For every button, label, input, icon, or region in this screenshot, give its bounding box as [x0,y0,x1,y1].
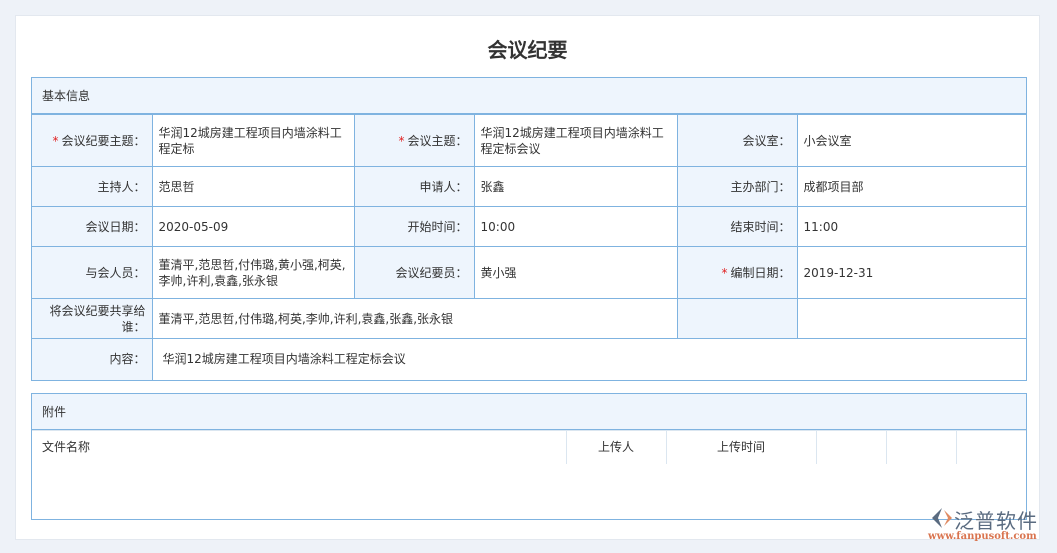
section-header: 附件 [32,394,1026,430]
required-marker: * [398,133,405,148]
column-header-uploader[interactable]: 上传人 [565,430,667,464]
field-label: 开始时间： [353,206,475,247]
label-text: 结束时间： [730,219,791,234]
field-value: 张鑫 [473,166,678,207]
content-value: 华润12城房建工程项目内墙涂料工程定标会议 [151,338,1026,380]
label-text: 主办部门： [730,179,791,194]
field-value: 2019-12-31 [796,246,1026,299]
info-row: 内容： 华润12城房建工程项目内墙涂料工程定标会议 [32,338,1026,380]
section-header: 基本信息 [32,78,1026,114]
info-row: 将会议纪要共享给谁： 董清平,范思哲,付伟璐,柯英,李帅,许利,袁鑫,张鑫,张永… [32,298,1026,339]
field-label: 内容： [32,338,153,380]
field-value: 成都项目部 [796,166,1026,207]
field-label: 会议日期： [32,206,153,247]
info-row: 会议日期： 2020-05-09 开始时间： 10:00 结束时间： 11:00 [32,206,1026,247]
label-text: 会议室： [742,133,791,148]
field-value: 华润12城房建工程项目内墙涂料工程定标会议 [473,114,678,167]
empty-cell [676,298,798,339]
column-header-file-name[interactable]: 文件名称 [32,430,567,464]
attachments-table: 文件名称 上传人 上传时间 [32,430,1026,464]
label-text: 申请人： [419,179,468,194]
field-value: 2020-05-09 [151,206,355,247]
field-value: 华润12城房建工程项目内墙涂料工程定标 [151,114,355,167]
label-text: 与会人员： [85,265,146,280]
field-label: * 会议主题： [353,114,475,167]
field-label: 会议纪要员： [353,246,475,299]
field-value: 11:00 [796,206,1026,247]
info-row: * 会议纪要主题： 华润12城房建工程项目内墙涂料工程定标 * 会议主题： 华润12城房建… [32,114,1026,167]
field-label: 主持人： [32,166,153,207]
basic-info-section: 基本信息 * 会议纪要主题： 华润12城房建工程项目内墙涂料工程定标 * 会议主题： 华润… [31,77,1027,381]
field-value: 范思哲 [151,166,355,207]
label-text: 会议日期： [85,219,146,234]
column-header-upload-time[interactable]: 上传时间 [665,430,817,464]
logo-icon [932,508,952,528]
page-title: 会议纪要 [487,38,568,62]
fanpu-logo: 泛普软件 www.fanpusoft.com [928,505,1053,545]
empty-cell [796,298,1026,339]
info-row: 主持人： 范思哲 申请人： 张鑫 主办部门： 成都项目部 [32,166,1026,207]
label-text: 会议主题： [407,133,468,148]
field-value: 董清平,范思哲,付伟璐,柯英,李帅,许利,袁鑫,张鑫,张永银 [151,298,678,339]
field-label: 申请人： [353,166,475,207]
basic-info-table: * 会议纪要主题： 华润12城房建工程项目内墙涂料工程定标 * 会议主题： 华润12城房建… [32,114,1026,380]
attachments-section: 附件 文件名称 上传人 上传时间 [31,393,1027,520]
field-label: 主办部门： [676,166,798,207]
logo-name: 泛普软件 [954,509,1038,533]
field-label: * 会议纪要主题： [32,114,153,167]
label-text: 主持人： [97,179,146,194]
field-label: 会议室： [676,114,798,167]
label-text: 会议纪要员： [395,265,468,280]
column-header-empty [885,430,957,464]
required-marker: * [52,133,59,148]
field-value: 10:00 [473,206,678,247]
label-text: 会议纪要主题： [61,133,146,148]
field-value: 小会议室 [796,114,1026,167]
label-text: 开始时间： [407,219,468,234]
field-label: 将会议纪要共享给谁： [32,298,153,339]
field-label: 与会人员： [32,246,153,299]
meeting-minutes-panel: 会议纪要 基本信息 * 会议纪要主题： 华润12城房建工程项目内墙涂料工程定标 * 会议… [15,15,1040,540]
column-header-empty [815,430,887,464]
field-value: 黄小强 [473,246,678,299]
field-value: 董清平,范思哲,付伟璐,黄小强,柯英,李帅,许利,袁鑫,张永银 [151,246,355,299]
field-label: 结束时间： [676,206,798,247]
info-row: 与会人员： 董清平,范思哲,付伟璐,黄小强,柯英,李帅,许利,袁鑫,张永银 会议纪要… [32,246,1026,299]
required-marker: * [721,265,728,280]
field-label: * 编制日期： [676,246,798,299]
label-text: 编制日期： [730,265,791,280]
column-header-empty [955,430,1026,464]
logo-url: www.fanpusoft.com [928,531,1037,542]
